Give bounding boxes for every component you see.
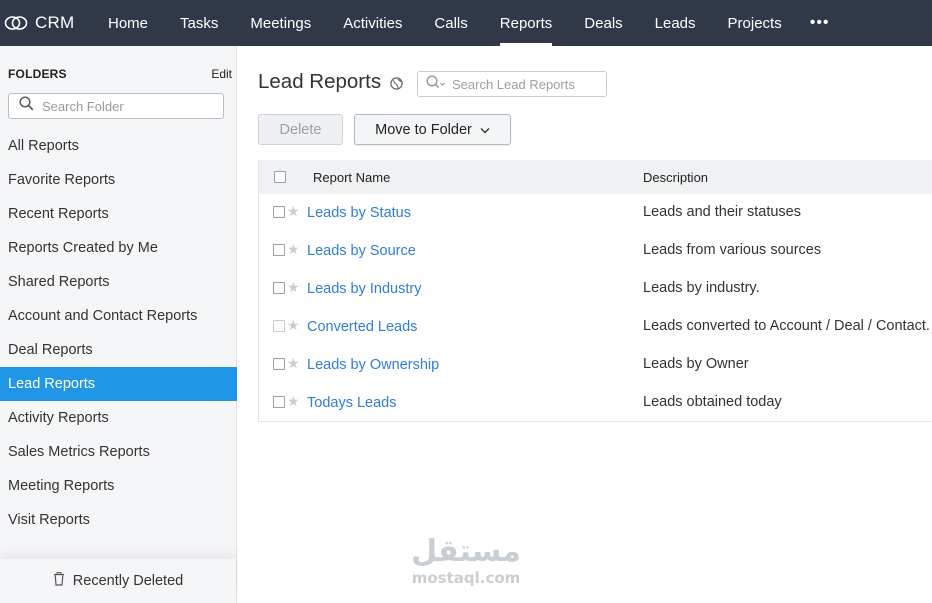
search-reports-input[interactable]: Search Lead Reports — [417, 71, 607, 97]
nav-activities[interactable]: Activities — [327, 0, 418, 46]
reports-table: Report Name Description ★ Leads by Statu… — [258, 160, 932, 422]
delete-button[interactable]: Delete — [258, 114, 343, 145]
globe-icon[interactable] — [390, 77, 403, 95]
row-checkbox[interactable] — [273, 282, 285, 294]
watermark: مستقل mostaql.com — [404, 535, 528, 593]
row-checkbox[interactable] — [273, 358, 285, 370]
table-row: ★ Leads by Industry Leads by industry. — [259, 270, 932, 308]
nav-calls[interactable]: Calls — [418, 0, 483, 46]
folder-sales-metrics-reports[interactable]: Sales Metrics Reports — [0, 435, 237, 469]
trash-icon — [53, 572, 73, 590]
folders-sidebar: FOLDERS Edit Search Folder All Reports F… — [0, 46, 237, 603]
main-content: Lead Reports Search Lead Reports Delete … — [238, 46, 932, 603]
nav-tasks[interactable]: Tasks — [164, 0, 234, 46]
folder-reports-created-by-me[interactable]: Reports Created by Me — [0, 231, 237, 265]
folder-deal-reports[interactable]: Deal Reports — [0, 333, 237, 367]
folder-shared-reports[interactable]: Shared Reports — [0, 265, 237, 299]
report-description: Leads by Owner — [643, 356, 749, 372]
star-icon[interactable]: ★ — [287, 356, 300, 370]
nav-deals[interactable]: Deals — [568, 0, 638, 46]
folder-lead-reports[interactable]: Lead Reports — [0, 367, 237, 401]
page-title: Lead Reports — [258, 70, 382, 93]
folders-title: FOLDERS — [8, 67, 67, 81]
table-row: ★ Converted Leads Leads converted to Acc… — [259, 308, 932, 346]
nav-reports[interactable]: Reports — [484, 0, 569, 46]
report-description: Leads by industry. — [643, 280, 760, 296]
row-checkbox[interactable] — [273, 396, 285, 408]
report-name-link[interactable]: Todays Leads — [307, 395, 396, 411]
move-to-folder-label: Move to Folder — [375, 121, 472, 138]
search-folder-input[interactable]: Search Folder — [8, 93, 224, 119]
column-description[interactable]: Description — [643, 170, 708, 185]
edit-folders-link[interactable]: Edit — [211, 67, 232, 81]
watermark-arabic: مستقل — [411, 534, 521, 569]
search-icon — [426, 75, 446, 94]
report-name-link[interactable]: Leads by Industry — [307, 281, 421, 297]
move-to-folder-button[interactable]: Move to Folder — [354, 114, 511, 145]
report-name-link[interactable]: Leads by Ownership — [307, 357, 439, 373]
folder-activity-reports[interactable]: Activity Reports — [0, 401, 237, 435]
table-row: ★ Leads by Source Leads from various sou… — [259, 232, 932, 270]
recently-deleted-button[interactable]: Recently Deleted — [0, 559, 236, 603]
recently-deleted-label: Recently Deleted — [72, 573, 184, 589]
report-description: Leads obtained today — [643, 394, 782, 410]
search-folder-placeholder: Search Folder — [42, 98, 124, 114]
report-name-link[interactable]: Leads by Status — [307, 205, 411, 221]
chevron-down-icon — [472, 122, 490, 138]
row-checkbox[interactable] — [273, 320, 285, 332]
report-name-link[interactable]: Leads by Source — [307, 243, 416, 259]
report-name-link[interactable]: Converted Leads — [307, 319, 417, 335]
nav-meetings[interactable]: Meetings — [234, 0, 327, 46]
table-row: ★ Leads by Ownership Leads by Owner — [259, 346, 932, 384]
table-row: ★ Todays Leads Leads obtained today — [259, 384, 932, 422]
top-navigation-bar: CRM Home Tasks Meetings Activities Calls… — [0, 0, 932, 46]
brand-name: CRM — [35, 13, 75, 32]
main-nav: Home Tasks Meetings Activities Calls Rep… — [92, 0, 842, 46]
folder-visit-reports[interactable]: Visit Reports — [0, 503, 237, 537]
nav-home[interactable]: Home — [92, 0, 164, 46]
star-icon[interactable]: ★ — [287, 204, 300, 218]
nav-leads[interactable]: Leads — [639, 0, 712, 46]
star-icon[interactable]: ★ — [287, 318, 300, 332]
watermark-latin: mostaql.com — [411, 569, 521, 587]
folder-all-reports[interactable]: All Reports — [0, 129, 237, 163]
star-icon[interactable]: ★ — [287, 394, 300, 408]
folders-header: FOLDERS Edit — [8, 67, 232, 81]
search-reports-placeholder: Search Lead Reports — [452, 76, 575, 92]
report-description: Leads and their statuses — [643, 204, 801, 220]
star-icon[interactable]: ★ — [287, 242, 300, 256]
folder-list: All Reports Favorite Reports Recent Repo… — [0, 129, 237, 537]
more-icon[interactable]: ••• — [798, 0, 842, 46]
folder-favorite-reports[interactable]: Favorite Reports — [0, 163, 237, 197]
column-report-name[interactable]: Report Name — [313, 170, 390, 185]
row-checkbox[interactable] — [273, 206, 285, 218]
report-description: Leads from various sources — [643, 242, 822, 258]
folder-recent-reports[interactable]: Recent Reports — [0, 197, 237, 231]
table-row: ★ Leads by Status Leads and their status… — [259, 194, 932, 232]
nav-projects[interactable]: Projects — [712, 0, 798, 46]
crm-logo-icon — [4, 14, 28, 32]
row-checkbox[interactable] — [273, 244, 285, 256]
folder-account-contact-reports[interactable]: Account and Contact Reports — [0, 299, 237, 333]
brand[interactable]: CRM — [0, 0, 92, 46]
search-icon — [19, 96, 34, 116]
report-description: Leads converted to Account / Deal / Cont… — [643, 318, 930, 334]
select-all-checkbox[interactable] — [274, 171, 286, 183]
folder-meeting-reports[interactable]: Meeting Reports — [0, 469, 237, 503]
table-header: Report Name Description — [259, 160, 932, 194]
star-icon[interactable]: ★ — [287, 280, 300, 294]
